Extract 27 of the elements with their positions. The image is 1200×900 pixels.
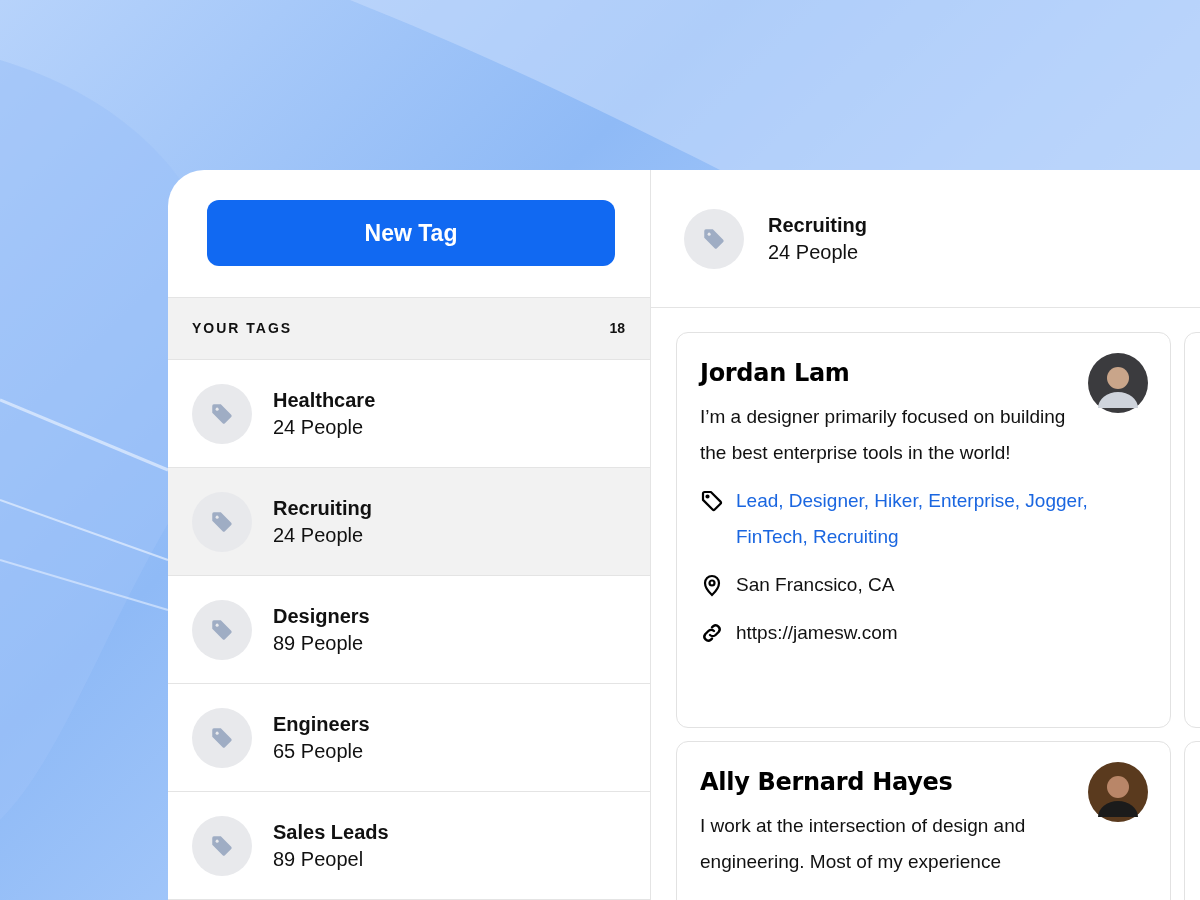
tag-list-item[interactable]: Recruiting 24 People: [168, 468, 650, 576]
people-count: 89 Peopel: [273, 847, 365, 871]
new-tag-button[interactable]: New Tag: [207, 200, 615, 267]
people-count: 24 People: [768, 240, 860, 264]
person-location: San Francsico, CA: [736, 573, 895, 597]
avatar: [1088, 353, 1148, 413]
person-name: Ally Bernard Hayes: [700, 768, 953, 796]
people-count: 24 People: [273, 523, 365, 547]
tag-name: Sales Leads: [273, 820, 389, 844]
person-bio: I work at the intersection of design and engineering. Most of my experience: [700, 814, 1027, 874]
tag-name: Healthcare: [273, 388, 376, 412]
person-bio: I’m a designer primarily focused on building the best enterprise tools in the world!: [700, 405, 1067, 465]
link-icon: [700, 621, 724, 645]
tag-name: Engineers: [273, 712, 370, 736]
tag-name: Recruiting: [273, 496, 372, 520]
person-tags[interactable]: Lead, Designer, Hiker, Enterprise, Jogger, FinTech, Recruiting: [736, 483, 1148, 555]
tag-count: 18: [609, 320, 625, 337]
people-count: 24 People: [273, 415, 365, 439]
tag-icon: [700, 489, 724, 513]
person-name: Jordan Lam: [700, 359, 850, 387]
people-count: 65 People: [273, 739, 365, 763]
section-title: YOUR TAGS: [192, 320, 293, 337]
avatar: [1088, 762, 1148, 822]
person-website[interactable]: https://jamesw.com: [736, 615, 898, 651]
people-count: 89 People: [273, 631, 365, 655]
tag-name: Recruiting: [768, 213, 867, 237]
tag-name: Designers: [273, 604, 370, 628]
